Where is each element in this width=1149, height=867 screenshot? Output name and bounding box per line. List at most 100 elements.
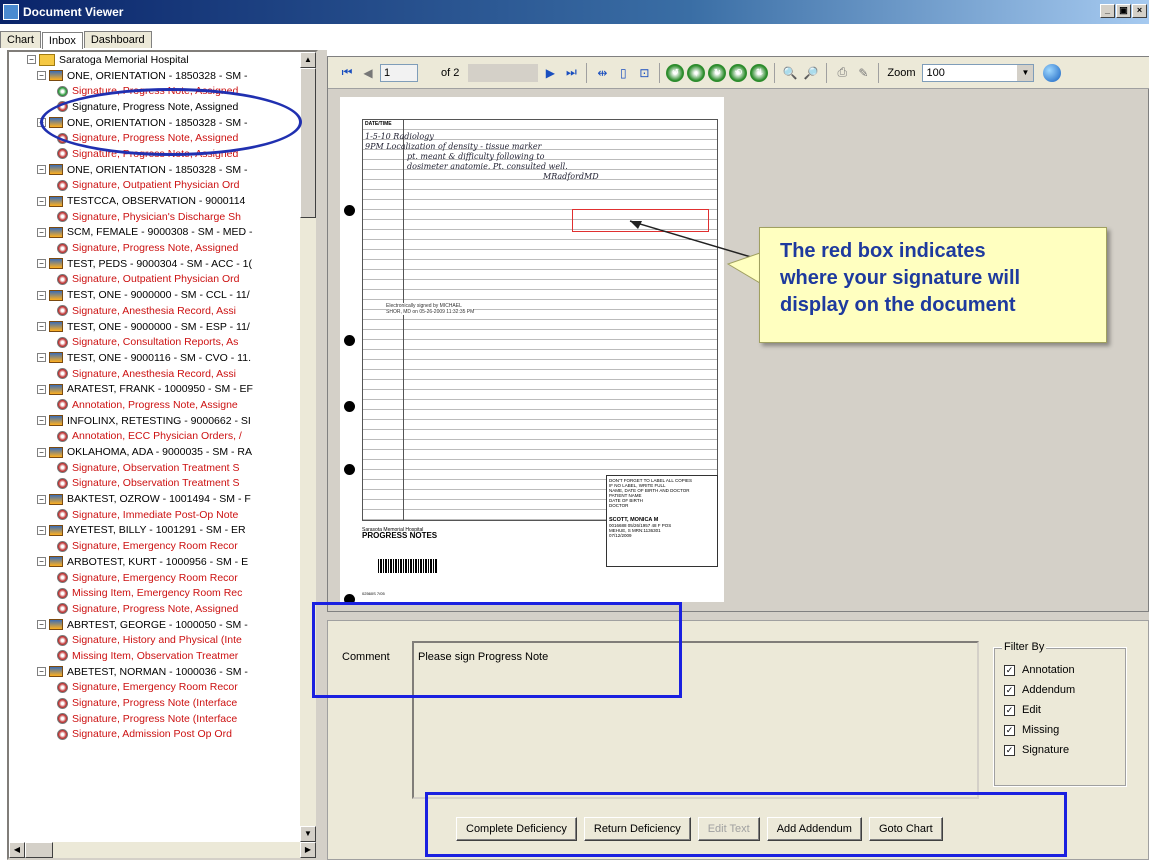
tree-deficiency-item[interactable]: Annotation, Progress Note, Assigne (9, 397, 300, 413)
complete-deficiency-button[interactable]: Complete Deficiency (456, 817, 577, 841)
collapse-toggle-icon[interactable]: − (37, 118, 46, 128)
tree-patient-node[interactable]: − AYETEST, BILLY - 1001291 - SM - ER (9, 523, 300, 539)
tree-deficiency-item[interactable]: Signature, Anesthesia Record, Assi (9, 303, 300, 319)
tree-deficiency-item[interactable]: Annotation, ECC Physician Orders, / (9, 429, 300, 445)
tree-patient-node[interactable]: − TEST, PEDS - 9000304 - SM - ACC - 1( (9, 256, 300, 272)
tree-deficiency-item[interactable]: Signature, Emergency Room Recor (9, 570, 300, 586)
tree-deficiency-item[interactable]: Signature, Progress Note, Assigned (9, 240, 300, 256)
filter-addendum[interactable]: ✓ Addendum (1004, 684, 1075, 696)
tree-deficiency-item[interactable]: Signature, Admission Post Op Ord (9, 727, 300, 743)
collapse-toggle-icon[interactable]: − (37, 416, 46, 426)
tree-deficiency-item[interactable]: Signature, Emergency Room Recor (9, 538, 300, 554)
tree-patient-node[interactable]: − ONE, ORIENTATION - 1850328 - SM - (9, 68, 300, 84)
rotate-left-icon[interactable]: ↺ (666, 63, 685, 82)
checkbox-checked-icon[interactable]: ✓ (1004, 744, 1015, 756)
scroll-thumb[interactable] (300, 68, 316, 218)
tree-patient-node[interactable]: − ABRTEST, GEORGE - 1000050 - SM - (9, 617, 300, 633)
scroll-down-arrow-icon[interactable]: ▼ (300, 826, 316, 842)
tree-deficiency-item[interactable]: Signature, Immediate Post-Op Note (9, 507, 300, 523)
zoom-out-icon[interactable]: 🔎 (802, 64, 820, 82)
previous-page-icon[interactable]: ◀ (359, 64, 377, 82)
comment-field[interactable]: Please sign Progress Note (412, 641, 979, 799)
collapse-toggle-icon[interactable]: − (37, 259, 46, 269)
collapse-toggle-icon[interactable]: − (37, 384, 46, 394)
scroll-right-arrow-icon[interactable]: ▶ (300, 842, 316, 858)
collapse-toggle-icon[interactable]: − (37, 620, 46, 630)
fit-width-icon[interactable]: ⇹ (593, 64, 611, 82)
tree-patient-node[interactable]: − TESTCCA, OBSERVATION - 9000114 (9, 193, 300, 209)
zoom-select[interactable]: 100 ▼ (922, 63, 1035, 82)
tab-dashboard[interactable]: Dashboard (83, 31, 152, 48)
next-page-icon[interactable]: ▶ (541, 64, 559, 82)
tree-deficiency-item[interactable]: Signature, Progress Note, Assigned (9, 99, 300, 115)
checkbox-checked-icon[interactable]: ✓ (1004, 724, 1015, 736)
rotate-right-icon[interactable]: ↻ (708, 63, 727, 82)
tree-patient-node[interactable]: − TEST, ONE - 9000000 - SM - ESP - 11/ (9, 319, 300, 335)
collapse-toggle-icon[interactable]: − (37, 227, 46, 237)
tree-deficiency-item[interactable]: Signature, Anesthesia Record, Assi (9, 366, 300, 382)
tree-patient-node[interactable]: − ARBOTEST, KURT - 1000956 - SM - E (9, 554, 300, 570)
help-globe-icon[interactable] (1043, 63, 1062, 82)
tree-patient-node[interactable]: − ARATEST, FRANK - 1000950 - SM - EF (9, 381, 300, 397)
scroll-left-arrow-icon[interactable]: ◀ (9, 842, 25, 858)
collapse-toggle-icon[interactable]: − (37, 290, 46, 300)
collapse-toggle-icon[interactable]: − (37, 667, 46, 677)
fit-window-icon[interactable]: ⊡ (635, 64, 653, 82)
collapse-toggle-icon[interactable]: − (37, 165, 46, 175)
hscroll-thumb[interactable] (25, 842, 53, 858)
collapse-toggle-icon[interactable]: − (37, 196, 46, 206)
rotate-180-icon[interactable]: ⟲ (729, 63, 748, 82)
tab-inbox[interactable]: Inbox (41, 32, 83, 49)
collapse-toggle-icon[interactable]: − (37, 447, 46, 457)
tree-deficiency-item[interactable]: Signature, Progress Note, Assigned (9, 146, 300, 162)
print-icon[interactable]: ⎙ (833, 64, 851, 82)
filter-edit[interactable]: ✓ Edit (1004, 704, 1041, 716)
tree-patient-node[interactable]: − INFOLINX, RETESTING - 9000662 - SI (9, 413, 300, 429)
filter-annotation[interactable]: ✓ Annotation (1004, 664, 1075, 676)
minimize-button[interactable]: _ (1100, 4, 1115, 18)
rotate-up-icon[interactable]: ↑ (687, 63, 706, 82)
vertical-splitter[interactable] (318, 50, 327, 860)
tree-deficiency-item[interactable]: Signature, Progress Note, Assigned (9, 601, 300, 617)
tree-deficiency-item[interactable]: Signature, Outpatient Physician Ord (9, 272, 300, 288)
chevron-down-icon[interactable]: ▼ (1017, 64, 1034, 81)
collapse-toggle-icon[interactable]: − (37, 525, 46, 535)
horizontal-splitter[interactable] (327, 612, 1149, 620)
filter-signature[interactable]: ✓ Signature (1004, 744, 1069, 756)
tree-patient-node[interactable]: − TEST, ONE - 9000116 - SM - CVO - 11. (9, 350, 300, 366)
tree-patient-node[interactable]: − BAKTEST, OZROW - 1001494 - SM - F (9, 491, 300, 507)
tree-deficiency-item[interactable]: Signature, Progress Note (Interface (9, 695, 300, 711)
collapse-toggle-icon[interactable]: − (37, 322, 46, 332)
maximize-button[interactable]: ▣ (1116, 4, 1131, 18)
add-addendum-button[interactable]: Add Addendum (766, 817, 862, 841)
tree-deficiency-item[interactable]: Signature, Observation Treatment S (9, 460, 300, 476)
tree-patient-node[interactable]: − ONE, ORIENTATION - 1850328 - SM - (9, 115, 300, 131)
collapse-toggle-icon[interactable]: − (37, 494, 46, 504)
tree-patient-node[interactable]: − OKLAHOMA, ADA - 9000035 - SM - RA (9, 444, 300, 460)
filter-missing[interactable]: ✓ Missing (1004, 724, 1059, 736)
scroll-up-arrow-icon[interactable]: ▲ (300, 52, 316, 68)
tree-root-node[interactable]: − Saratoga Memorial Hospital (9, 52, 300, 68)
zoom-in-icon[interactable]: 🔍 (781, 64, 799, 82)
first-page-icon[interactable]: ⏮ (338, 64, 356, 82)
tree-deficiency-item[interactable]: Signature, Progress Note, Assigned (9, 83, 300, 99)
collapse-toggle-icon[interactable]: − (27, 55, 36, 65)
tab-chart[interactable]: Chart (0, 31, 41, 48)
goto-chart-button[interactable]: Goto Chart (868, 817, 943, 841)
collapse-toggle-icon[interactable]: − (37, 557, 46, 567)
tree-deficiency-item[interactable]: Signature, Physician's Discharge Sh (9, 209, 300, 225)
tree-deficiency-item[interactable]: Missing Item, Observation Treatmer (9, 648, 300, 664)
tree-deficiency-item[interactable]: Signature, Consultation Reports, As (9, 334, 300, 350)
flip-icon[interactable]: ⇅ (750, 63, 769, 82)
tree-deficiency-item[interactable]: Signature, Progress Note, Assigned (9, 130, 300, 146)
fit-page-icon[interactable]: ▯ (614, 64, 632, 82)
return-deficiency-button[interactable]: Return Deficiency (583, 817, 691, 841)
tree-deficiency-item[interactable]: Signature, Emergency Room Recor (9, 680, 300, 696)
tree-horizontal-scrollbar[interactable]: ◀ ▶ (9, 842, 316, 858)
tree-patient-node[interactable]: − TEST, ONE - 9000000 - SM - CCL - 11/ (9, 287, 300, 303)
checkbox-checked-icon[interactable]: ✓ (1004, 684, 1015, 696)
tree-deficiency-item[interactable]: Signature, Observation Treatment S (9, 476, 300, 492)
checkbox-checked-icon[interactable]: ✓ (1004, 704, 1015, 716)
collapse-toggle-icon[interactable]: − (37, 71, 46, 81)
tree-vertical-scrollbar[interactable]: ▲ ▼ (300, 52, 316, 842)
